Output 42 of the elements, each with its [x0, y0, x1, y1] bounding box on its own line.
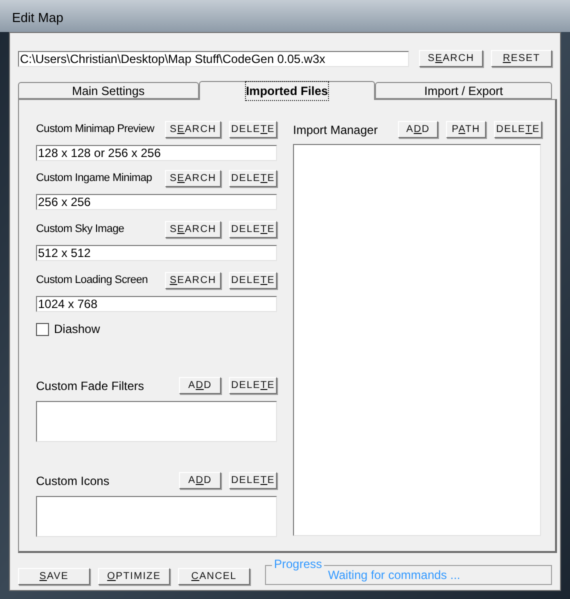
search-button[interactable]: SEARCH: [165, 221, 221, 238]
delete-button[interactable]: DELETE: [494, 121, 542, 138]
cancel-button[interactable]: CANCEL: [178, 568, 250, 585]
reset-button[interactable]: RESET: [491, 50, 552, 67]
search-button[interactable]: SEARCH: [165, 170, 221, 187]
search-button[interactable]: SEARCH: [419, 50, 483, 67]
size-field[interactable]: 128 x 128 or 256 x 256: [36, 145, 277, 161]
tab[interactable]: Main Settings: [18, 82, 199, 99]
field-label: Custom Ingame Minimap: [36, 171, 153, 186]
list-label: Custom Icons: [36, 472, 110, 490]
file-path-field[interactable]: C:\Users\Christian\Desktop\Map Stuff\CodeGen 0.05.w3x: [18, 50, 409, 66]
delete-button[interactable]: DELETE: [229, 472, 277, 489]
field-label: Custom Minimap Preview: [36, 122, 156, 138]
delete-button[interactable]: DELETE: [229, 121, 277, 138]
path-button[interactable]: PATH: [446, 121, 486, 138]
window-title: Edit Map: [0, 0, 570, 32]
search-button[interactable]: SEARCH: [165, 121, 221, 138]
field-label: Custom Loading Screen: [36, 273, 149, 288]
delete-button[interactable]: DELETE: [229, 221, 277, 238]
size-field[interactable]: 256 x 256: [36, 194, 277, 210]
list-box[interactable]: [36, 401, 277, 442]
delete-button[interactable]: DELETE: [229, 377, 277, 394]
save-button[interactable]: SAVE: [18, 568, 90, 585]
checkbox[interactable]: [36, 322, 49, 336]
optimize-button[interactable]: OPTIMIZE: [98, 568, 170, 585]
add-button[interactable]: ADD: [179, 472, 221, 489]
checkbox-label: Diashow: [54, 321, 100, 338]
list-box[interactable]: [36, 496, 277, 537]
size-field[interactable]: 512 x 512: [36, 245, 277, 261]
search-button[interactable]: SEARCH: [165, 272, 221, 289]
progress-legend: Progress: [272, 557, 324, 571]
add-button[interactable]: ADD: [398, 121, 438, 138]
list-label: Custom Fade Filters: [36, 378, 146, 394]
add-button[interactable]: ADD: [179, 377, 221, 394]
delete-button[interactable]: DELETE: [229, 272, 277, 289]
delete-button[interactable]: DELETE: [229, 170, 277, 187]
field-label: Custom Sky Image: [36, 222, 126, 238]
tab[interactable]: Imported Files: [198, 81, 376, 100]
size-field[interactable]: 1024 x 768: [36, 296, 277, 312]
status-text: Waiting for commands ...: [328, 568, 460, 582]
import-manager-label: Import Manager: [293, 122, 379, 138]
tab[interactable]: Import / Export: [375, 82, 552, 99]
